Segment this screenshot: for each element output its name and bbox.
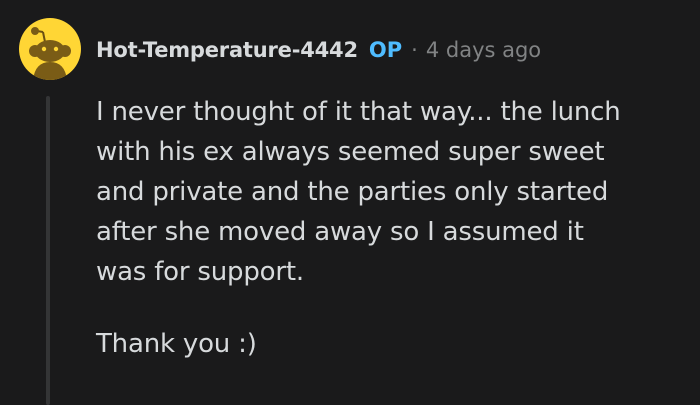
comment-paragraph: I never thought of it that way... the lu…	[96, 97, 621, 287]
thread-collapse-line[interactable]	[46, 96, 50, 405]
separator-dot: ·	[411, 38, 418, 62]
comment-paragraph: Thank you :)	[96, 329, 257, 359]
snoo-avatar-icon	[29, 27, 71, 80]
comment-meta: Hot-Temperature-4442 OP · 4 days ago	[96, 33, 541, 67]
comment-timestamp[interactable]: 4 days ago	[426, 38, 541, 62]
user-avatar[interactable]	[19, 18, 81, 80]
comment: Hot-Temperature-4442 OP · 4 days ago I n…	[0, 0, 700, 405]
comment-body: I never thought of it that way... the lu…	[96, 92, 696, 364]
username-link[interactable]: Hot-Temperature-4442	[96, 38, 358, 62]
op-badge: OP	[368, 38, 403, 62]
